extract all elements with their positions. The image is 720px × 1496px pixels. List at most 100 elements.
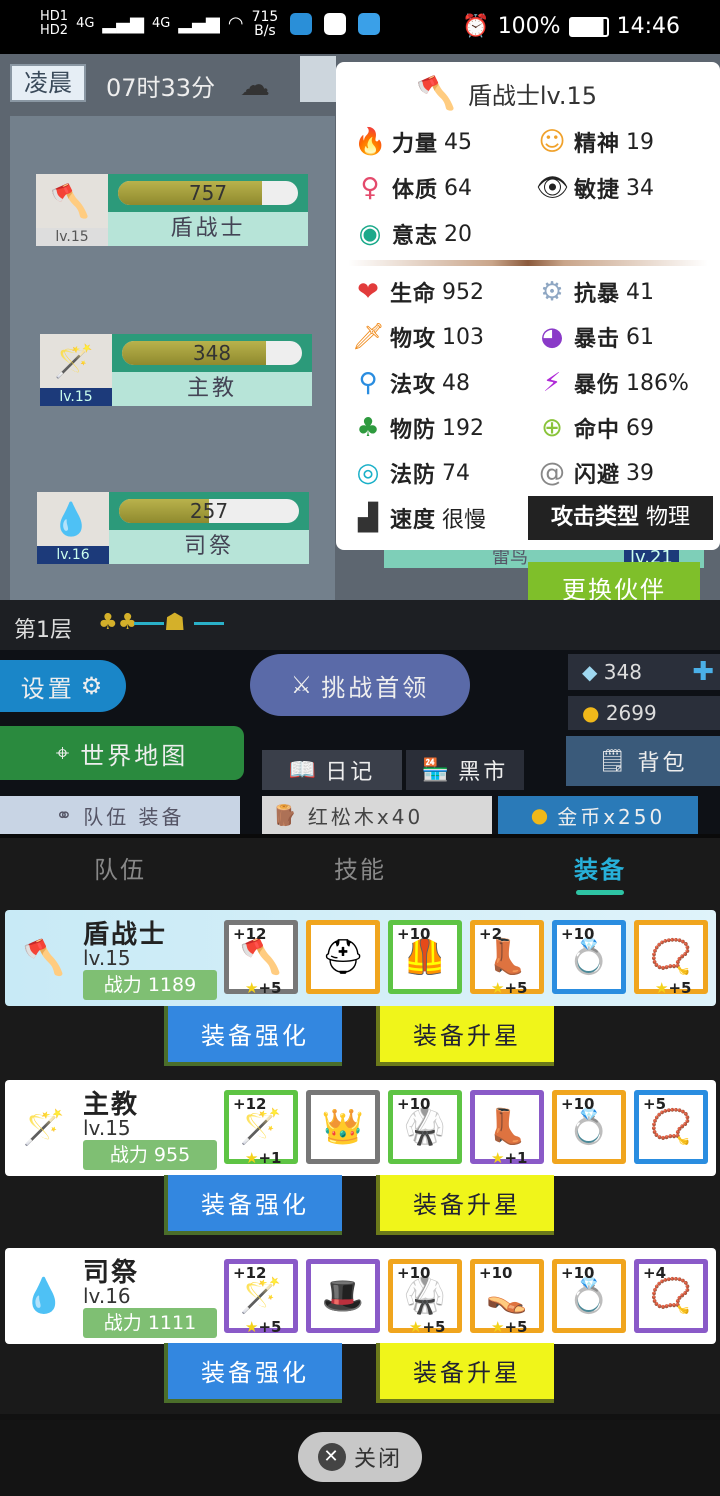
app-icon [358, 13, 381, 35]
black-market-tab[interactable]: 🏪 黑市 [406, 750, 524, 790]
equip-slot[interactable]: 💍 +10 [552, 1090, 626, 1164]
bag-icon: 🗒 [598, 748, 630, 774]
enhance-equipment-button[interactable]: 装备强化 [164, 1006, 342, 1066]
item-label: 红松木x40 [307, 804, 424, 829]
equip-slot[interactable]: 👑 [306, 1090, 380, 1164]
stat-value: 186% [626, 370, 689, 396]
party-card[interactable]: 🪓 lv.15 757 盾战士 [36, 174, 308, 246]
star-up-equipment-button[interactable]: 装备升星 [376, 1343, 554, 1403]
equip-slot[interactable]: 👡 +10 ★+5 [470, 1259, 544, 1336]
clock: 14:46 [616, 14, 680, 39]
stat-label: 意志 [392, 224, 439, 249]
star-up-equipment-button[interactable]: 装备升星 [376, 1006, 554, 1066]
equip-slot[interactable]: 👢 +2 ★+5 [470, 920, 544, 997]
settings-button[interactable]: 设置 ⚙ [0, 660, 126, 712]
lightning-icon: ⚡ [542, 368, 562, 398]
star-level: ★+5 [491, 1318, 528, 1336]
party-card[interactable]: 💧 lv.16 257 司祭 [37, 492, 309, 564]
stat-label: 物防 [390, 418, 437, 443]
stat-value: 39 [626, 460, 655, 486]
tab-team[interactable]: 队伍 [94, 850, 146, 885]
shield-warrior-icon: 🪓 [50, 182, 90, 220]
staff-icon: 🪄 [239, 1107, 283, 1147]
net-speed: 715 [251, 9, 279, 25]
bishop-icon: 🪄 [54, 342, 94, 380]
stat-value: 48 [442, 370, 471, 396]
priest-icon: 💧 [51, 500, 91, 538]
challenge-boss-button[interactable]: ⚔ 挑战首领 [250, 654, 470, 716]
stat-value: 61 [626, 324, 655, 350]
wifi-icon: ◠ [227, 13, 244, 34]
equip-slot[interactable]: 📿 +5 [634, 1090, 708, 1164]
world-map-button[interactable]: ⌖ 世界地图 [0, 726, 244, 780]
enhance-level: +10 [397, 1095, 431, 1113]
gear-icon: ⚙ [80, 672, 106, 700]
market-item[interactable]: ● 金币x250 [498, 796, 698, 834]
enhance-level: +10 [561, 1095, 595, 1113]
card-name: 盾战士 [108, 212, 308, 246]
add-icon[interactable]: ✚ [692, 654, 714, 690]
card-level: lv.16 [37, 546, 109, 564]
hp-value: 257 [189, 499, 229, 523]
equip-slot[interactable]: 📿 +4 [634, 1259, 708, 1333]
head-icon: ☺ [538, 127, 566, 157]
hp-value: 757 [188, 181, 228, 205]
close-button[interactable]: ✕ 关闭 [298, 1432, 422, 1482]
stat-value: 192 [442, 415, 485, 441]
team-equip-label: 队伍 装备 [83, 804, 185, 829]
team-equip-button[interactable]: ⚭ 队伍 装备 [0, 796, 240, 834]
star-level: ★+5 [655, 979, 692, 997]
alarm-icon: ⏰ [462, 14, 490, 39]
crit-icon: ◕ [540, 322, 564, 352]
coin-counter: ● 2699 [568, 696, 720, 730]
enhance-level: +2 [479, 925, 503, 943]
card-level: lv.15 [36, 228, 108, 246]
enhance-level: +12 [233, 1095, 267, 1113]
stat-label: 速度 [390, 508, 437, 533]
combat-power: 战力 955 [83, 1140, 217, 1170]
equip-slot[interactable]: 📿 ★+5 [634, 920, 708, 997]
stat-label: 敏捷 [574, 178, 621, 203]
member-level: lv.15 [83, 1116, 131, 1140]
equip-slot[interactable]: 🪓 +12 ★+5 [224, 920, 298, 997]
enhance-equipment-button[interactable]: 装备强化 [164, 1175, 342, 1235]
equip-slot[interactable]: 🎩 [306, 1259, 380, 1333]
status-bar: HD1 HD2 4G ▂▄▆ 4G ▂▄▆ ◠ 715 B/s ⏰ 100% 1… [0, 0, 720, 54]
gear-icon: ⚙ [540, 277, 564, 307]
divider [348, 260, 708, 266]
diary-tab[interactable]: 📖 日记 [262, 750, 402, 790]
enhance-equipment-button[interactable]: 装备强化 [164, 1343, 342, 1403]
path-line [194, 622, 224, 625]
tab-equipment[interactable]: 装备 [574, 850, 626, 885]
fire-icon: 🔥 [354, 127, 387, 157]
wood-icon: 🪵 [272, 803, 300, 827]
hidden-card-name: 雷鸟 [492, 547, 528, 568]
sandals-icon: 👡 [485, 1276, 529, 1316]
bag-button[interactable]: 🗒 背包 [566, 736, 720, 786]
combat-power: 战力 1111 [83, 1308, 217, 1338]
coin-icon: ● [530, 803, 552, 827]
net-label: HD2 [40, 23, 69, 38]
equip-slot[interactable]: 🪄 +12 ★+5 [224, 1259, 298, 1336]
star-up-equipment-button[interactable]: 装备升星 [376, 1175, 554, 1235]
equip-slot[interactable]: 🪄 +12 ★+1 [224, 1090, 298, 1167]
coin-icon: ● [582, 701, 600, 725]
enhance-level: +12 [233, 1264, 267, 1282]
card-name: 主教 [112, 372, 312, 406]
equip-slot[interactable]: 👢 ★+1 [470, 1090, 544, 1167]
equip-slot[interactable]: 💍 +10 [552, 920, 626, 994]
attack-type-badge: 攻击类型 物理 [528, 496, 713, 540]
corner-tab[interactable] [300, 56, 336, 102]
market-item[interactable]: 🪵 红松木x40 [262, 796, 492, 834]
equip-slot[interactable]: 🥋 +10 [388, 1090, 462, 1164]
party-card[interactable]: 🪄 lv.15 348 主教 [40, 334, 312, 406]
equip-slot[interactable]: ⛑ [306, 920, 380, 994]
tab-skills[interactable]: 技能 [334, 850, 386, 885]
power-value: 955 [153, 1144, 191, 1166]
battery-percent: 100% [497, 14, 561, 39]
star-value: +5 [422, 1318, 446, 1336]
equip-slot[interactable]: 💍 +10 [552, 1259, 626, 1333]
equip-slot[interactable]: 🦺 +10 [388, 920, 462, 994]
bishop-icon: 🪄 [22, 1108, 66, 1148]
equip-slot[interactable]: 🥋 +10 ★+5 [388, 1259, 462, 1336]
